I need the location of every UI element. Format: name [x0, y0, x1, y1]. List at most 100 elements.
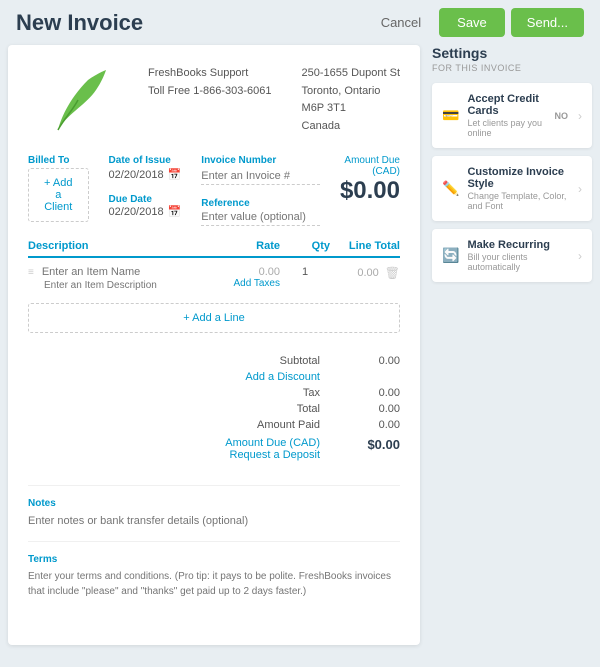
- settings-item-credit-cards[interactable]: 💳 Accept Credit Cards Let clients pay yo…: [432, 83, 592, 148]
- request-deposit-link[interactable]: Request a Deposit: [220, 449, 320, 461]
- line-total-header: Line Total: [330, 240, 400, 252]
- settings-credit-badge: NO: [555, 111, 569, 121]
- item-desc-input[interactable]: [44, 280, 216, 291]
- reference-label: Reference: [201, 198, 249, 209]
- item-qty: 1: [280, 266, 330, 278]
- add-taxes-link[interactable]: Add Taxes: [200, 278, 280, 289]
- terms-input[interactable]: [28, 569, 400, 614]
- total-row: Total 0.00: [28, 401, 400, 417]
- settings-item-customize[interactable]: ✏️ Customize Invoice Style Change Templa…: [432, 156, 592, 221]
- drag-handle-icon: ≡: [28, 267, 34, 278]
- credit-card-icon: 💳: [442, 107, 459, 124]
- settings-panel: Settings FOR THIS INVOICE 💳 Accept Credi…: [432, 45, 592, 645]
- invoice-panel: FreshBooks Support Toll Free 1-866-303-6…: [8, 45, 420, 645]
- leaf-icon: [48, 65, 108, 135]
- add-client-button[interactable]: + Add a Client: [28, 168, 89, 222]
- settings-item-content-customize: Customize Invoice Style Change Template,…: [467, 166, 570, 211]
- logo-area: [28, 65, 128, 135]
- customize-icon: ✏️: [442, 180, 459, 197]
- discount-row: Add a Discount: [28, 369, 400, 385]
- settings-subtitle: FOR THIS INVOICE: [432, 63, 592, 73]
- page-title: New Invoice: [16, 10, 371, 36]
- settings-item-content-credit: Accept Credit Cards Let clients pay you …: [467, 93, 546, 138]
- amount-due-label: Amount Due (CAD): [340, 155, 400, 177]
- tax-value: 0.00: [350, 387, 400, 399]
- recurring-icon: 🔄: [442, 247, 459, 264]
- invoice-number-input[interactable]: [201, 168, 320, 185]
- billed-to-label: Billed To: [28, 155, 89, 166]
- settings-credit-desc: Let clients pay you online: [467, 118, 546, 138]
- invoice-number-label: Invoice Number: [201, 155, 320, 166]
- amount-paid-label: Amount Paid: [220, 419, 320, 431]
- due-date-label: Due Date: [109, 194, 152, 205]
- subtotal-value: 0.00: [350, 355, 400, 367]
- address-line2: Toronto, Ontario: [302, 83, 400, 101]
- top-bar: New Invoice Cancel Save Send...: [0, 0, 600, 45]
- tax-label: Tax: [220, 387, 320, 399]
- main-layout: FreshBooks Support Toll Free 1-866-303-6…: [0, 45, 600, 653]
- item-total-value: 0.00: [357, 267, 378, 279]
- settings-title: Settings: [432, 45, 592, 61]
- items-table: Description Rate Qty Line Total ≡ 0.00 A…: [28, 240, 400, 333]
- subtotal-row: Subtotal 0.00: [28, 353, 400, 369]
- settings-customize-title: Customize Invoice Style: [467, 166, 570, 190]
- tax-row: Tax 0.00: [28, 385, 400, 401]
- description-header: Description: [28, 240, 200, 252]
- amount-due-final-label[interactable]: Amount Due (CAD): [220, 437, 320, 449]
- notes-input[interactable]: [28, 515, 400, 527]
- chevron-right-icon-customize: ›: [578, 182, 582, 196]
- cancel-button[interactable]: Cancel: [371, 9, 431, 36]
- date-of-issue-col: Date of Issue 02/20/2018 📅 Due Date 02/2…: [109, 155, 182, 218]
- rate-header: Rate: [200, 240, 280, 252]
- item-desc: ≡: [28, 266, 200, 291]
- add-line-button[interactable]: + Add a Line: [28, 303, 400, 333]
- settings-item-content-recurring: Make Recurring Bill your clients automat…: [467, 239, 570, 272]
- chevron-right-icon-recurring: ›: [578, 249, 582, 263]
- total-label: Total: [220, 403, 320, 415]
- due-date-field[interactable]: 02/20/2018 📅: [109, 205, 182, 218]
- item-rate: 0.00 Add Taxes: [200, 266, 280, 289]
- address-line1: 250-1655 Dupont St: [302, 65, 400, 83]
- settings-recurring-desc: Bill your clients automatically: [467, 252, 570, 272]
- amount-paid-row: Amount Paid 0.00: [28, 417, 400, 433]
- send-button[interactable]: Send...: [511, 8, 584, 37]
- save-button[interactable]: Save: [439, 8, 505, 37]
- address-line4: Canada: [302, 118, 400, 136]
- reference-input[interactable]: [201, 209, 320, 226]
- totals-section: Subtotal 0.00 Add a Discount Tax 0.00 To…: [28, 345, 400, 465]
- qty-header: Qty: [280, 240, 330, 252]
- items-header: Description Rate Qty Line Total: [28, 240, 400, 258]
- date-of-issue-label: Date of Issue: [109, 155, 182, 166]
- company-phone: Toll Free 1-866-303-6061: [148, 83, 272, 101]
- terms-label: Terms: [28, 554, 400, 565]
- terms-section: Terms: [28, 541, 400, 617]
- address-info: 250-1655 Dupont St Toronto, Ontario M6P …: [302, 65, 400, 135]
- date-of-issue-value: 02/20/2018: [109, 169, 164, 181]
- settings-recurring-title: Make Recurring: [467, 239, 570, 251]
- settings-customize-desc: Change Template, Color, and Font: [467, 191, 570, 211]
- subtotal-label: Subtotal: [220, 355, 320, 367]
- add-discount-link[interactable]: Add a Discount: [220, 371, 320, 383]
- amount-due-final-value: $0.00: [350, 437, 400, 461]
- item-rate-value: 0.00: [200, 266, 280, 278]
- calendar-icon-due: 📅: [168, 205, 182, 218]
- settings-credit-title: Accept Credit Cards: [467, 93, 546, 117]
- billed-row: Billed To + Add a Client Date of Issue 0…: [28, 155, 400, 226]
- date-of-issue-field[interactable]: 02/20/2018 📅: [109, 168, 182, 181]
- amount-due-value: $0.00: [340, 177, 400, 205]
- company-info: FreshBooks Support Toll Free 1-866-303-6…: [148, 65, 272, 135]
- item-qty-value: 1: [302, 266, 308, 278]
- company-name: FreshBooks Support: [148, 65, 272, 83]
- address-line3: M6P 3T1: [302, 100, 400, 118]
- invoice-number-col: Invoice Number Reference: [201, 155, 320, 226]
- due-date-value: 02/20/2018: [109, 206, 164, 218]
- line-item: ≡ 0.00 Add Taxes 1 0.00 🗑: [28, 262, 400, 295]
- invoice-header: FreshBooks Support Toll Free 1-866-303-6…: [28, 65, 400, 135]
- calendar-icon-issue: 📅: [168, 168, 182, 181]
- amount-due-section: Amount Due (CAD) $0.00: [340, 155, 400, 205]
- billed-to-col: Billed To + Add a Client: [28, 155, 89, 222]
- total-value: 0.00: [350, 403, 400, 415]
- delete-line-icon[interactable]: 🗑: [385, 266, 400, 280]
- settings-item-recurring[interactable]: 🔄 Make Recurring Bill your clients autom…: [432, 229, 592, 282]
- item-name-input[interactable]: [42, 266, 200, 278]
